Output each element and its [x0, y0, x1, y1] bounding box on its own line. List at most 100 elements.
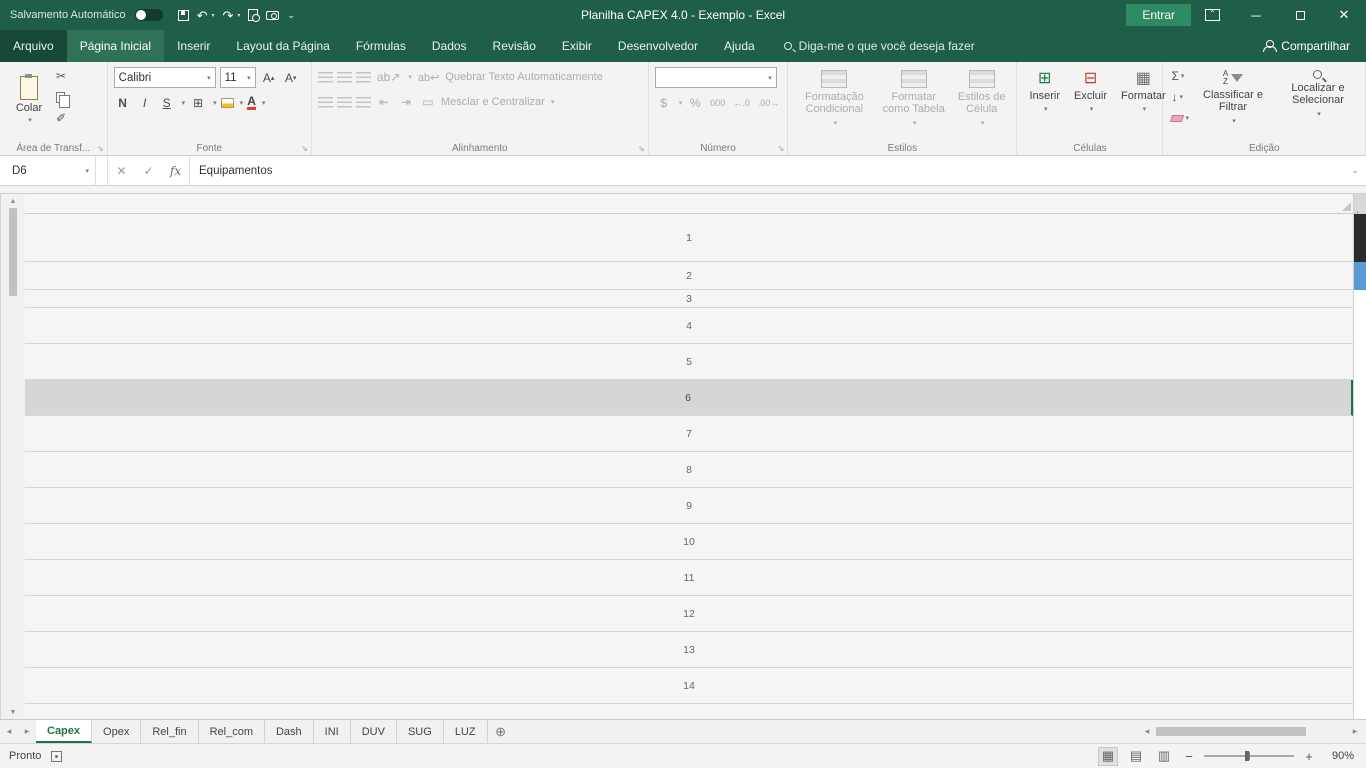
minimize-button[interactable]: ─: [1234, 0, 1278, 30]
font-shrink-icon[interactable]: A▾: [282, 68, 300, 88]
align-right-icon[interactable]: [356, 97, 371, 108]
sheet-tab-capex[interactable]: Capex: [36, 720, 92, 743]
row-header[interactable]: 12: [25, 596, 1353, 632]
row-header[interactable]: 1: [25, 214, 1353, 262]
maximize-button[interactable]: [1278, 0, 1322, 30]
font-color-icon[interactable]: A: [247, 96, 256, 110]
name-box-splitter[interactable]: [96, 156, 108, 185]
view-normal-icon[interactable]: ▦: [1098, 747, 1118, 766]
zoom-out-icon[interactable]: −: [1182, 749, 1196, 764]
zoom-in-icon[interactable]: +: [1302, 749, 1316, 764]
tab-dados[interactable]: Dados: [419, 30, 480, 62]
ribbon-options-icon[interactable]: [1205, 9, 1220, 21]
copy-button[interactable]: ▾: [56, 88, 71, 106]
row-header[interactable]: 2: [25, 262, 1353, 290]
row-header[interactable]: 13: [25, 632, 1353, 668]
font-size-select[interactable]: 11▾: [220, 67, 256, 88]
font-name-select[interactable]: Calibri▾: [114, 67, 216, 88]
row-header[interactable]: 11: [25, 560, 1353, 596]
conditional-formatting-button[interactable]: Formatação Condicional▾: [794, 67, 874, 137]
fill-color-icon[interactable]: [221, 98, 234, 108]
borders-icon[interactable]: ⊞: [189, 93, 207, 113]
formula-bar-expand-icon[interactable]: ⌄: [1344, 156, 1366, 185]
outdent-icon[interactable]: ⇤: [375, 92, 393, 112]
zoom-slider-thumb[interactable]: [1245, 751, 1249, 761]
cut-button[interactable]: ✂: [56, 67, 71, 85]
scroll-up-icon[interactable]: ▲: [10, 194, 17, 208]
horizontal-scroll-thumb[interactable]: [1156, 727, 1306, 736]
paste-button[interactable]: Colar ▾: [6, 67, 52, 133]
share-button[interactable]: Compartilhar: [1247, 30, 1366, 62]
camera-icon[interactable]: [266, 11, 279, 20]
sort-filter-button[interactable]: AZ Classificar e Filtrar▾: [1193, 67, 1273, 137]
align-bottom-icon[interactable]: [356, 72, 371, 83]
delete-cells-button[interactable]: ⊟ Excluir▾: [1068, 67, 1113, 137]
currency-icon[interactable]: $: [655, 93, 673, 113]
tab-desenvolvedor[interactable]: Desenvolvedor: [605, 30, 711, 62]
wrap-text-button[interactable]: Quebrar Texto Automaticamente: [445, 71, 603, 83]
row-header-selected[interactable]: 6: [25, 380, 1353, 416]
tab-inserir[interactable]: Inserir: [164, 30, 223, 62]
sheet-tab-ini[interactable]: INI: [314, 720, 351, 743]
number-format-select[interactable]: ▾: [655, 67, 777, 88]
sign-in-button[interactable]: Entrar: [1126, 4, 1191, 26]
tab-ajuda[interactable]: Ajuda: [711, 30, 768, 62]
percent-icon[interactable]: %: [686, 93, 704, 113]
sheet-tab-rel-com[interactable]: Rel_com: [199, 720, 265, 743]
thousands-icon[interactable]: 000: [708, 93, 727, 113]
underline-button[interactable]: S: [158, 93, 176, 113]
tab-layout[interactable]: Layout da Página: [223, 30, 342, 62]
grid[interactable]: LUZ PlanilhasEmpresariais CAPEX OPEX REL…: [1354, 214, 1366, 719]
tab-revisao[interactable]: Revisão: [480, 30, 549, 62]
find-select-button[interactable]: Localizar e Selecionar▾: [1277, 67, 1359, 137]
format-painter-button[interactable]: ✐: [56, 109, 71, 127]
vertical-scrollbar[interactable]: ▲ ▼: [0, 194, 25, 719]
font-grow-icon[interactable]: A▴: [260, 68, 278, 88]
increase-decimal-icon[interactable]: ←.0: [731, 93, 752, 113]
tell-me-search[interactable]: Diga-me o que você deseja fazer: [784, 30, 975, 62]
hscroll-left-icon[interactable]: ◂: [1140, 726, 1154, 737]
clear-button[interactable]: ▾: [1171, 109, 1189, 127]
autosum-button[interactable]: Σ▾: [1171, 67, 1189, 85]
scroll-down-icon[interactable]: ▼: [10, 705, 17, 719]
row-header[interactable]: 3: [25, 290, 1353, 308]
cancel-icon[interactable]: ✕: [108, 156, 135, 185]
tab-formulas[interactable]: Fórmulas: [343, 30, 419, 62]
row-header[interactable]: 10: [25, 524, 1353, 560]
indent-icon[interactable]: ⇥: [397, 92, 415, 112]
view-page-break-icon[interactable]: ▥: [1154, 747, 1174, 766]
align-left-icon[interactable]: [318, 97, 333, 108]
cell-styles-button[interactable]: Estilos de Célula▾: [953, 67, 1011, 137]
sheet-nav-right-icon[interactable]: ▸: [18, 720, 36, 743]
align-center-icon[interactable]: [337, 97, 352, 108]
enter-icon[interactable]: ✓: [135, 156, 162, 185]
bold-button[interactable]: N: [114, 93, 132, 113]
row-header[interactable]: 8: [25, 452, 1353, 488]
row-header[interactable]: 7: [25, 416, 1353, 452]
close-button[interactable]: ✕: [1322, 0, 1366, 30]
align-top-icon[interactable]: [318, 72, 333, 83]
decrease-decimal-icon[interactable]: .00→: [756, 93, 782, 113]
tab-pagina-inicial[interactable]: Página Inicial: [67, 30, 164, 62]
new-sheet-icon[interactable]: ⊕: [488, 720, 514, 743]
horizontal-scrollbar[interactable]: [1156, 727, 1346, 736]
save-icon[interactable]: [178, 10, 189, 21]
dialog-launcher-icon[interactable]: ⇘: [778, 144, 785, 153]
zoom-slider[interactable]: [1204, 755, 1294, 757]
undo-icon[interactable]: ↶: [197, 9, 208, 22]
macro-record-icon[interactable]: [51, 751, 62, 762]
merge-center-button[interactable]: Mesclar e Centralizar: [441, 96, 545, 108]
row-header[interactable]: 5: [25, 344, 1353, 380]
sheet-tab-sug[interactable]: SUG: [397, 720, 444, 743]
tab-exibir[interactable]: Exibir: [549, 30, 605, 62]
orientation-icon[interactable]: ab↗: [375, 67, 402, 87]
fill-button[interactable]: ↓▾: [1171, 88, 1189, 106]
insert-function-icon[interactable]: fx: [162, 156, 189, 185]
vertical-scroll-thumb[interactable]: [9, 208, 17, 296]
insert-cells-button[interactable]: ⊞ Inserir▾: [1023, 67, 1066, 137]
sheet-nav-left-icon[interactable]: ◂: [0, 720, 18, 743]
dialog-launcher-icon[interactable]: ⇘: [301, 144, 308, 153]
sheet-tab-duv[interactable]: DUV: [351, 720, 397, 743]
select-all-corner[interactable]: [25, 194, 1354, 214]
row-header[interactable]: 4: [25, 308, 1353, 344]
